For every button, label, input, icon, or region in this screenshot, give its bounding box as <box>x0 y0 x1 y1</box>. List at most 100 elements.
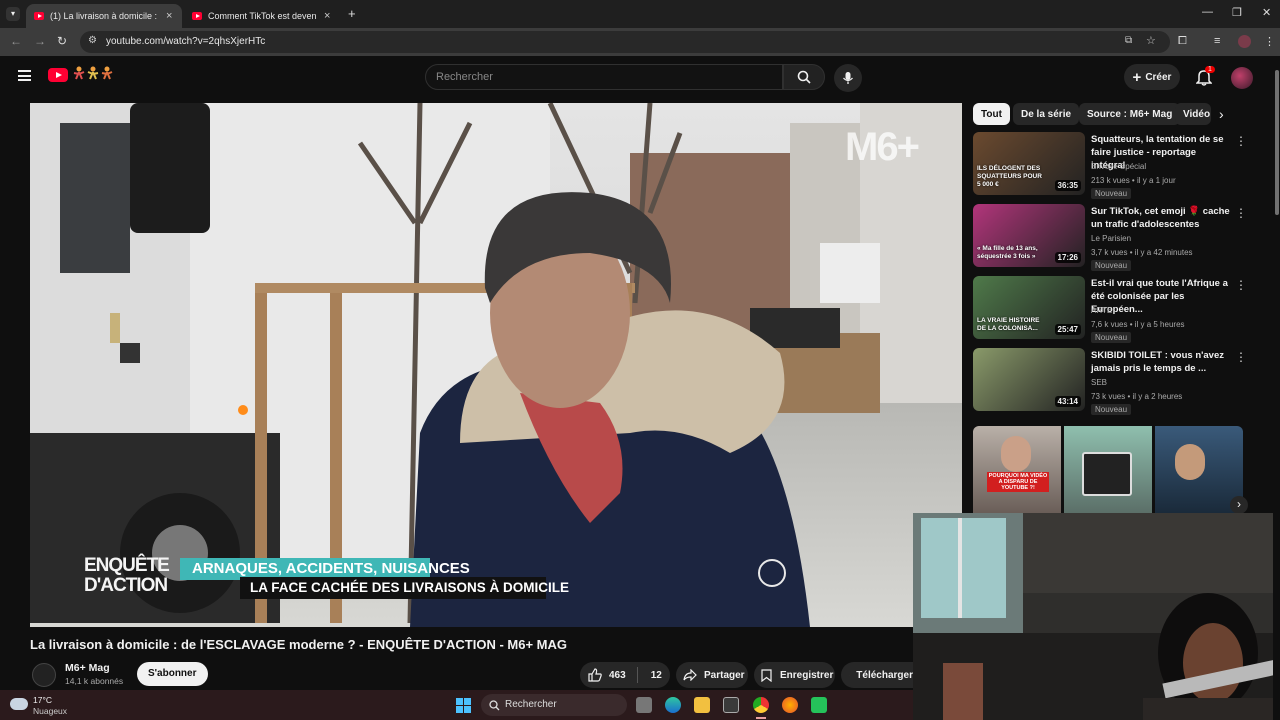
video-frame-image <box>30 103 962 627</box>
thumbnail-caption: « Ma fille de 13 ans, séquestrée 3 fois … <box>977 245 1038 260</box>
channel-name[interactable]: M6+ Mag <box>65 662 110 674</box>
close-tab-icon[interactable]: × <box>324 10 330 22</box>
browser-menu-icon[interactable]: ⋮ <box>1264 35 1275 48</box>
divider <box>636 667 638 683</box>
minimize-icon[interactable]: — <box>1202 6 1213 18</box>
shorts-next-icon[interactable]: › <box>1230 496 1248 514</box>
recommended-channel-name[interactable]: ARTE <box>1091 306 1112 315</box>
recommended-video[interactable]: 43:14 SKIBIDI TOILET : vous n'avez jamai… <box>973 348 1253 415</box>
url-text: youtube.com/watch?v=2qhsXjerHTc <box>106 36 266 47</box>
weather-icon[interactable] <box>10 698 28 710</box>
new-tab-button[interactable]: + <box>348 6 356 21</box>
video-duration: 43:14 <box>1054 396 1081 407</box>
scrollbar-thumb[interactable] <box>1275 70 1279 215</box>
close-window-icon[interactable]: ✕ <box>1262 6 1271 19</box>
chip-source[interactable]: Source : M6+ Mag <box>1079 103 1181 125</box>
site-info-icon[interactable]: ⚙ <box>88 35 97 46</box>
hamburger-menu-icon[interactable] <box>18 70 31 81</box>
download-label: Télécharger <box>856 669 913 681</box>
search-button[interactable] <box>783 64 825 90</box>
save-button[interactable]: Enregistrer <box>754 662 835 688</box>
install-app-icon[interactable]: ⧉ <box>1125 35 1132 46</box>
voice-search-button[interactable] <box>834 64 862 92</box>
show-logo-line1: ENQUÊTE <box>84 555 170 576</box>
video-player[interactable]: M6+ ENQUÊTE D'ACTION ARNAQUES, ACCIDENTS… <box>30 103 962 627</box>
back-icon[interactable]: ← <box>10 34 22 48</box>
recommended-video[interactable]: LA VRAIE HISTOIRE DE LA COLONISA... 25:4… <box>973 276 1253 343</box>
store-icon[interactable] <box>723 697 739 713</box>
plus-icon: + <box>1132 68 1142 86</box>
maximize-icon[interactable]: ❐ <box>1232 6 1242 19</box>
recommended-video[interactable]: « Ma fille de 13 ans, séquestrée 3 fois … <box>973 204 1253 271</box>
video-thumbnail[interactable]: LA VRAIE HISTOIRE DE LA COLONISA... 25:4… <box>973 276 1085 339</box>
file-explorer-icon[interactable] <box>694 697 710 713</box>
taskbar-search[interactable]: Rechercher <box>481 694 627 716</box>
create-button[interactable]: + Créer <box>1124 64 1180 90</box>
youtube-favicon-icon <box>34 12 44 20</box>
browser-tab[interactable]: Comment TikTok est devenu un × <box>184 4 340 28</box>
video-thumbnail[interactable]: « Ma fille de 13 ans, séquestrée 3 fois … <box>973 204 1085 267</box>
notifications-button[interactable]: 1 <box>1195 66 1216 88</box>
task-view-icon[interactable] <box>636 697 652 713</box>
firefox-icon[interactable] <box>782 697 798 713</box>
chip-all[interactable]: Tout <box>973 103 1010 125</box>
thumbs-up-icon <box>588 668 602 682</box>
recommended-channel-name[interactable]: SEB <box>1091 378 1107 387</box>
more-actions-icon[interactable]: ⋮ <box>1235 134 1247 148</box>
like-button[interactable]: 463 <box>580 668 626 682</box>
recommended-channel-name[interactable]: Envoyé Spécial <box>1091 162 1146 171</box>
shorts-row: POURQUOI MA VIDÉO A DISPARU DE YOUTUBE ?… <box>973 426 1243 513</box>
microphone-icon <box>843 72 853 84</box>
new-badge: Nouveau <box>1091 188 1132 199</box>
share-button[interactable]: Partager <box>676 662 748 688</box>
more-actions-icon[interactable]: ⋮ <box>1235 206 1247 220</box>
download-button[interactable]: Télécharger <box>841 662 913 688</box>
app-icon[interactable] <box>811 697 827 713</box>
search-input[interactable]: Rechercher <box>425 64 783 90</box>
video-thumbnail[interactable]: ILS DÉLOGENT DES SQUATTEURS POUR 5 000 €… <box>973 132 1085 195</box>
bookmark-star-icon[interactable]: ☆ <box>1146 34 1156 47</box>
account-avatar[interactable] <box>1231 67 1253 89</box>
short-thumbnail[interactable] <box>1155 426 1243 513</box>
browser-tab-active[interactable]: (1) La livraison à domicile : de l'E × <box>26 4 182 28</box>
webcam-overlay <box>913 513 1280 720</box>
start-button[interactable] <box>456 698 471 713</box>
recommended-video-title[interactable]: Sur TikTok, cet emoji 🌹 cache un trafic … <box>1091 205 1231 231</box>
profile-avatar[interactable] <box>1238 35 1251 48</box>
recommended-video-title[interactable]: SKIBIDI TOILET : vous n'avez jamais pris… <box>1091 349 1231 375</box>
tab-title: (1) La livraison à domicile : de l'E <box>50 11 158 21</box>
short-thumbnail[interactable] <box>1064 426 1152 513</box>
new-badge: Nouveau <box>1091 260 1132 271</box>
dislike-count[interactable]: 12 <box>651 670 662 681</box>
more-actions-icon[interactable]: ⋮ <box>1235 278 1247 292</box>
new-badge: Nouveau <box>1091 332 1132 343</box>
recommended-channel-name[interactable]: Le Parisien <box>1091 234 1131 243</box>
chip-next-icon[interactable]: › <box>1219 106 1224 122</box>
address-bar[interactable]: ⚙ youtube.com/watch?v=2qhsXjerHTc ⧉ ☆ <box>80 31 1170 53</box>
edge-icon[interactable] <box>665 697 681 713</box>
chip-series[interactable]: De la série <box>1013 103 1080 125</box>
video-thumbnail[interactable]: 43:14 <box>973 348 1085 411</box>
channel-avatar[interactable] <box>32 663 56 687</box>
reload-icon[interactable]: ↻ <box>57 34 67 48</box>
short-thumbnail[interactable]: POURQUOI MA VIDÉO A DISPARU DE YOUTUBE ?… <box>973 426 1061 513</box>
extensions-icon[interactable]: ⧠ <box>1178 35 1187 48</box>
tab-list-dropdown-icon[interactable]: ▾ <box>6 7 20 21</box>
chip-video[interactable]: Vidéo <box>1175 103 1211 125</box>
doodle-icon[interactable] <box>73 65 115 85</box>
chrome-icon[interactable] <box>753 697 769 713</box>
video-title: La livraison à domicile : de l'ESCLAVAGE… <box>30 637 567 652</box>
media-control-icon[interactable]: ≡ <box>1214 35 1220 47</box>
subscribe-button[interactable]: S'abonner <box>137 662 208 686</box>
recommended-video[interactable]: ILS DÉLOGENT DES SQUATTEURS POUR 5 000 €… <box>973 132 1253 199</box>
share-icon <box>683 669 697 681</box>
show-logo: ENQUÊTE D'ACTION <box>84 555 170 596</box>
lower-third-subheadline: LA FACE CACHÉE DES LIVRAISONS À DOMICILE <box>250 580 570 595</box>
recommended-video-meta: 3,7 k vues • il y a 42 minutes <box>1091 248 1193 257</box>
more-actions-icon[interactable]: ⋮ <box>1235 350 1247 364</box>
forward-icon[interactable]: → <box>34 34 46 48</box>
close-tab-icon[interactable]: × <box>166 10 172 22</box>
weather-temperature[interactable]: 17°C <box>33 695 52 705</box>
video-duration: 17:26 <box>1054 252 1081 263</box>
youtube-logo[interactable] <box>48 68 68 82</box>
